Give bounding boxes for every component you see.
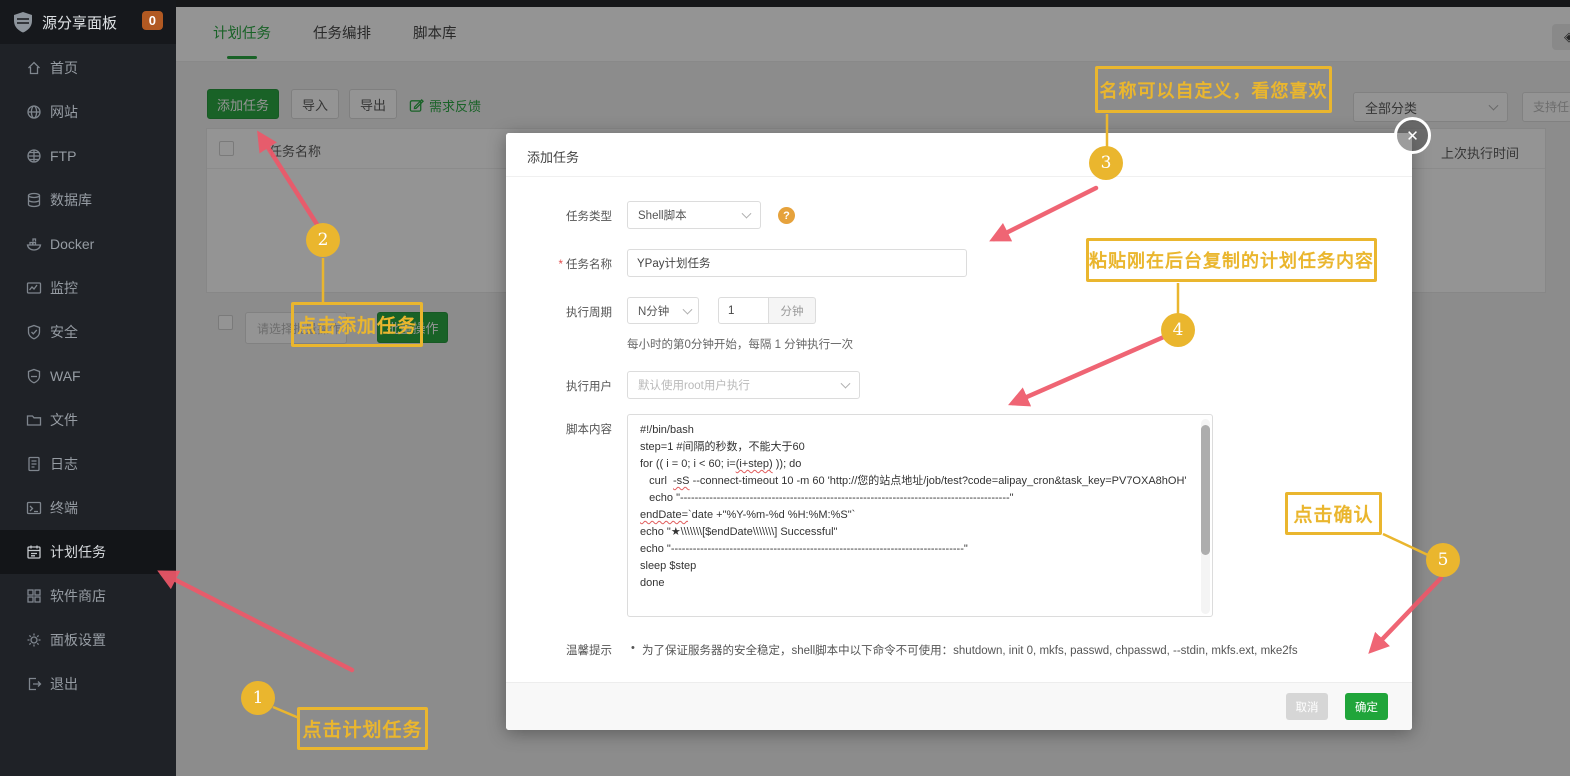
sidebar-menu: 首页网站 FTP 数据库 Docker 监控安全 WAF 文件日志终端计划任务软件商店面板设… [0,46,176,706]
script-line: step=1 #间隔的秒数，不能大于60 [640,441,805,453]
tips-bullet: • [631,642,635,654]
sidebar-item-label: 数据库 [50,192,92,208]
sidebar-item-label: 退出 [50,676,78,692]
task-type-value: Shell脚本 [638,210,687,222]
scrollbar-thumb[interactable] [1201,425,1210,555]
exec-user-placeholder: 默认使用root用户执行 [638,380,750,392]
spellcheck-squiggle: -sS [673,475,690,487]
cycle-unit-addon: 分钟 [769,297,816,324]
script-line: done [640,577,665,589]
sidebar-item-label: 网站 [50,104,78,120]
sidebar-item-label: 首页 [50,60,78,76]
sidebar-item-label: 终端 [50,500,78,516]
task-name-label: * 任务名称 [558,259,612,271]
sidebar-item-globe[interactable]: 网站 [0,90,176,134]
spellcheck-squiggle: (i+step) [735,458,773,470]
confirm-button[interactable]: 确定 [1345,693,1388,720]
help-icon[interactable]: ? [778,207,795,224]
modal-header: 添加任务 [506,133,1412,177]
task-type-label: 任务类型 [566,211,612,223]
task-name-input[interactable] [627,249,967,277]
ftp-icon [26,148,43,165]
cycle-type-value: N分钟 [638,305,670,318]
waf-icon [26,368,43,385]
sidebar-item-home[interactable]: 首页 [0,46,176,90]
script-label: 脚本内容 [566,424,612,436]
sidebar-item-database[interactable]: 数据库 [0,178,176,222]
logout-icon [26,676,43,693]
exec-user-label: 执行用户 [566,381,612,393]
chevron-down-icon [741,208,752,219]
script-line: for (( i = 0; i < 60; i=(i+step) )); do [640,458,802,470]
sidebar-item-store[interactable]: 软件商店 [0,574,176,618]
sidebar: 源分享面板 0 首页网站 FTP 数据库 Docker 监控安全 WAF 文件日志终端计划任… [0,0,176,776]
cycle-type-select[interactable]: N分钟 [627,297,699,324]
docker-icon [26,236,43,253]
message-count-badge: 0 [141,11,163,30]
modal-title: 添加任务 [527,150,580,165]
files-icon [26,412,43,429]
sidebar-item-logs[interactable]: 日志 [0,442,176,486]
script-line: echo "★\\\\\\\[$endDate\\\\\\\] Successf… [640,526,838,538]
spellcheck-squiggle: endDate= [640,509,689,521]
sidebar-item-label: 软件商店 [50,588,106,604]
sidebar-item-ftp[interactable]: FTP [0,134,176,178]
cron-icon [26,544,43,561]
globe-icon [26,104,43,121]
store-icon [26,588,43,605]
sidebar-item-monitor[interactable]: 监控 [0,266,176,310]
tips-label: 温馨提示 [566,645,612,657]
sidebar-item-label: 安全 [50,324,78,340]
close-icon[interactable]: ✕ [1394,117,1431,154]
app-root: 源分享面板 0 首页网站 FTP 数据库 Docker 监控安全 WAF 文件日志终端计划任… [0,0,1570,776]
logs-icon [26,456,43,473]
home-icon [26,60,43,77]
monitor-icon [26,280,43,297]
task-type-select[interactable]: Shell脚本 [627,201,761,229]
terminal-icon [26,500,43,517]
script-line: echo "----------------------------------… [640,492,1014,504]
required-asterisk: * [558,259,563,271]
chevron-down-icon [840,378,851,389]
script-line: endDate=`date +"%Y-%m-%d %H:%M:%S"` [640,509,856,521]
sidebar-item-logout[interactable]: 退出 [0,662,176,706]
script-lines: #!/bin/bash step=1 #间隔的秒数，不能大于60 for (( i … [640,422,1190,592]
settings-icon [26,632,43,649]
tips-text: 为了保证服务器的安全稳定，shell脚本中以下命令不可使用：shutdown, … [642,645,1298,657]
sidebar-item-label: WAF [50,368,81,384]
cycle-interval-input[interactable] [718,297,769,324]
logo-bar: 源分享面板 0 [0,0,176,44]
sidebar-item-label: 计划任务 [50,544,106,560]
sidebar-item-label: 文件 [50,412,78,428]
sidebar-item-label: 面板设置 [50,632,106,648]
sidebar-item-cron[interactable]: 计划任务 [0,530,176,574]
exec-user-select[interactable]: 默认使用root用户执行 [627,371,860,399]
chevron-down-icon [682,304,693,315]
script-line: curl -sS --connect-timeout 10 -m 60 'htt… [640,475,1187,487]
security-icon [26,324,43,341]
sidebar-item-security[interactable]: 安全 [0,310,176,354]
panel-logo-shield-icon [14,12,32,33]
panel-title: 源分享面板 [42,14,118,32]
cycle-label: 执行周期 [566,307,612,319]
database-icon [26,192,43,209]
cycle-hint-text: 每小时的第0分钟开始，每隔 1 分钟执行一次 [627,339,854,351]
script-content-textarea[interactable]: #!/bin/bash step=1 #间隔的秒数，不能大于60 for (( i … [627,414,1213,617]
sidebar-item-label: 监控 [50,280,78,296]
script-line: sleep $step [640,560,697,572]
sidebar-item-docker[interactable]: Docker [0,222,176,266]
sidebar-item-label: Docker [50,236,95,252]
sidebar-item-files[interactable]: 文件 [0,398,176,442]
sidebar-item-label: FTP [50,148,77,164]
sidebar-item-label: 日志 [50,456,78,472]
sidebar-item-waf[interactable]: WAF [0,354,176,398]
script-line: #!/bin/bash [640,424,694,436]
sidebar-item-terminal[interactable]: 终端 [0,486,176,530]
sidebar-item-settings[interactable]: 面板设置 [0,618,176,662]
script-line: echo "----------------------------------… [640,543,968,555]
modal-footer: 取消 确定 [506,682,1412,730]
add-task-modal: 添加任务 ✕ 任务类型 Shell脚本 ? *任务名称 执行周期 N分钟 分钟 … [506,117,1431,730]
script-scrollbar [1201,419,1210,614]
cancel-button[interactable]: 取消 [1286,693,1328,720]
